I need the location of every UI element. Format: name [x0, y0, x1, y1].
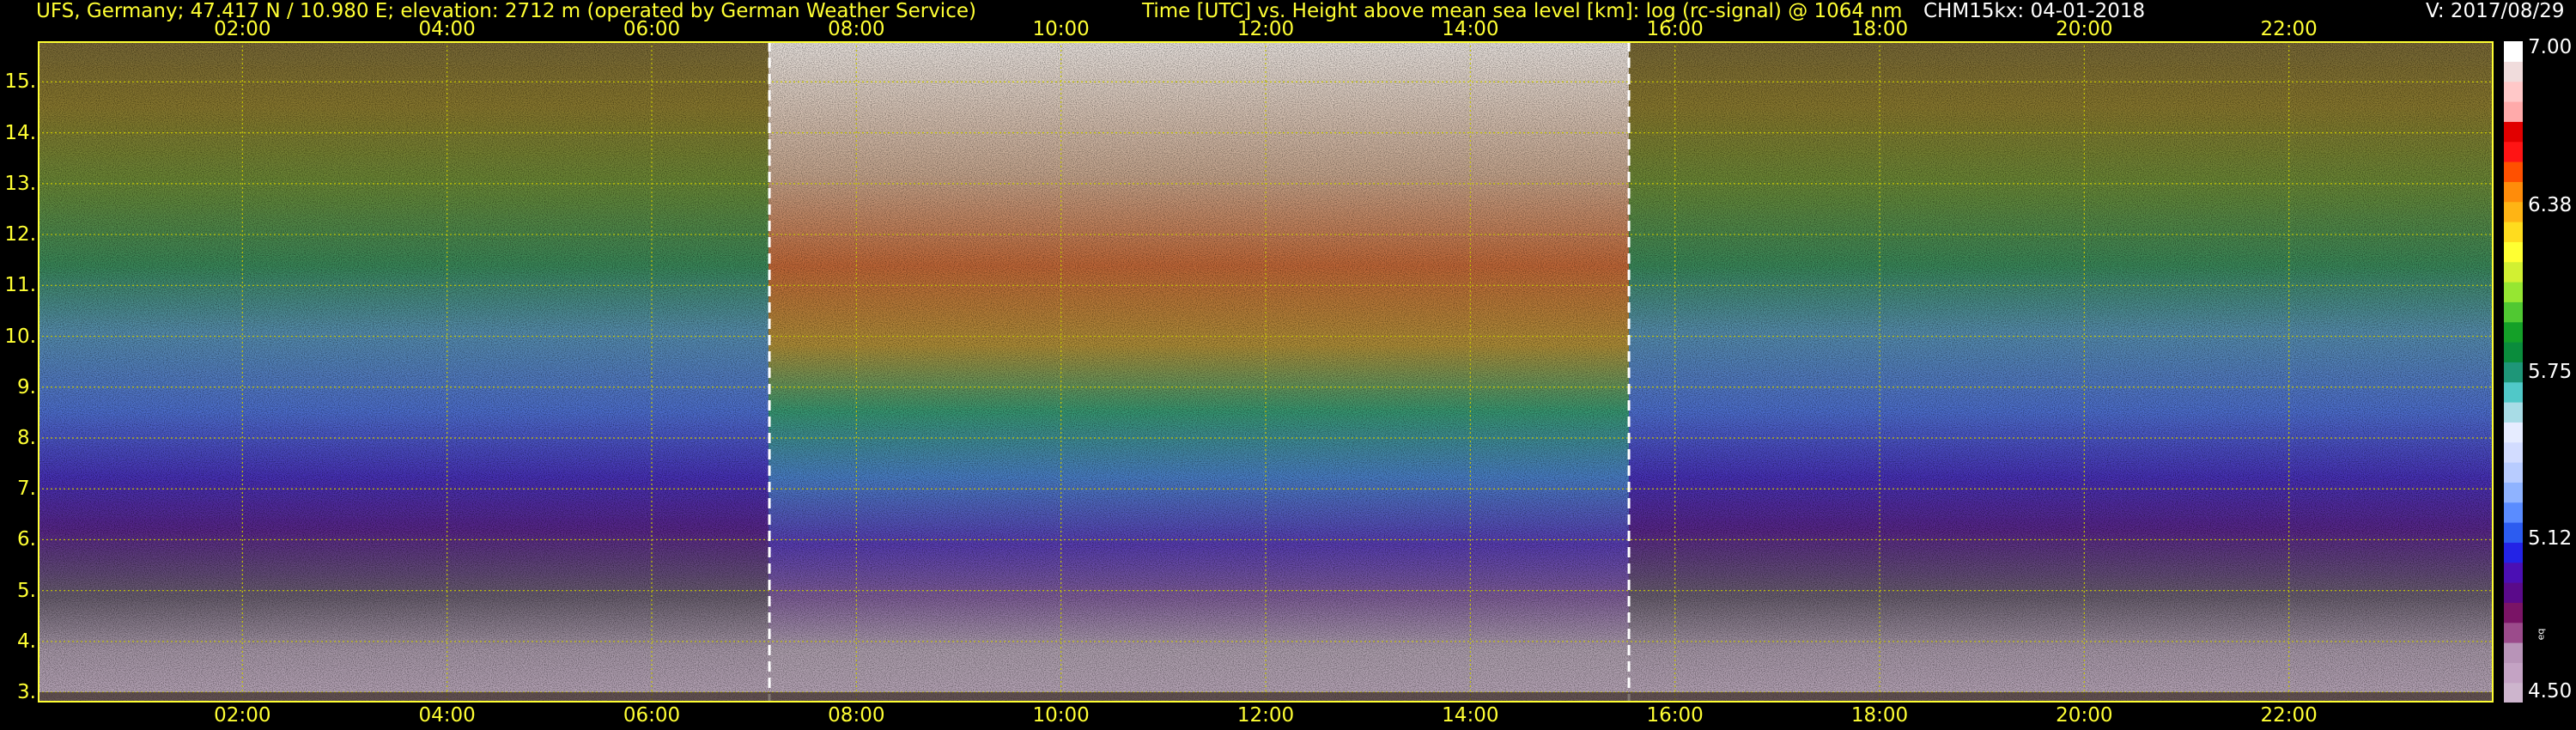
x-tick-label-bottom-7: 16:00 — [1646, 704, 1704, 727]
colorbar-swatch-6 — [2504, 562, 2523, 583]
colorbar-swatch-27 — [2504, 141, 2523, 162]
x-tick-label-bottom-4: 10:00 — [1032, 704, 1090, 727]
colorbar-label: eq — [2535, 628, 2547, 641]
x-tick-label-top-2: 06:00 — [623, 18, 681, 40]
colorbar-swatch-20 — [2504, 282, 2523, 302]
x-tick-label-bottom-3: 08:00 — [828, 704, 885, 727]
x-tick-label-top-0: 02:00 — [214, 18, 271, 40]
colorbar-swatch-25 — [2504, 181, 2523, 203]
colorbar-swatch-4 — [2504, 602, 2523, 624]
x-tick-label-bottom-9: 20:00 — [2056, 704, 2113, 727]
colorbar-tick-label-3: 6.38 — [2528, 193, 2573, 216]
y-tick-label-12: 15. — [4, 70, 36, 94]
colorbar-swatch-32 — [2504, 41, 2523, 62]
colorbar-swatch-15 — [2504, 381, 2523, 403]
y-tick-label-11: 14. — [4, 121, 36, 144]
x-tick-label-top-7: 16:00 — [1646, 18, 1704, 40]
colorbar-swatch-23 — [2504, 222, 2523, 242]
colorbar-swatch-1 — [2504, 662, 2523, 684]
colorbar-swatch-2 — [2504, 642, 2523, 663]
y-tick-label-10: 13. — [4, 172, 36, 195]
x-tick-label-bottom-0: 02:00 — [214, 704, 271, 727]
colorbar-swatch-28 — [2504, 121, 2523, 143]
x-tick-label-bottom-2: 06:00 — [623, 704, 681, 727]
colorbar-swatch-12 — [2504, 441, 2523, 463]
x-tick-label-top-3: 08:00 — [828, 18, 885, 40]
colorbar-swatch-0 — [2504, 682, 2523, 703]
x-tick-label-bottom-10: 22:00 — [2260, 704, 2318, 727]
x-tick-label-bottom-1: 04:00 — [418, 704, 476, 727]
colorbar-swatch-14 — [2504, 402, 2523, 423]
colorbar-swatch-3 — [2504, 622, 2523, 643]
colorbar-swatch-24 — [2504, 201, 2523, 222]
x-tick-label-top-9: 20:00 — [2056, 18, 2113, 40]
colorbar-swatch-10 — [2504, 482, 2523, 503]
colorbar — [2504, 41, 2523, 703]
colorbar-tick-label-4: 7.00 — [2528, 36, 2573, 58]
colorbar-swatch-19 — [2504, 301, 2523, 323]
colorbar-swatch-7 — [2504, 542, 2523, 563]
x-tick-label-bottom-8: 18:00 — [1850, 704, 1909, 727]
y-tick-label-1: 4. — [17, 630, 36, 653]
x-tick-label-top-1: 04:00 — [418, 18, 476, 40]
plot-frame — [38, 41, 2494, 703]
y-tick-label-9: 12. — [4, 223, 36, 246]
colorbar-swatch-13 — [2504, 422, 2523, 443]
colorbar-swatch-26 — [2504, 161, 2523, 182]
colorbar-swatch-5 — [2504, 582, 2523, 603]
x-tick-label-bottom-6: 14:00 — [1442, 704, 1499, 727]
x-tick-label-bottom-5: 12:00 — [1236, 704, 1295, 727]
colorbar-swatch-21 — [2504, 261, 2523, 283]
colorbar-swatch-16 — [2504, 362, 2523, 383]
colorbar-tick-label-2: 5.75 — [2528, 361, 2573, 383]
colorbar-swatch-22 — [2504, 241, 2523, 263]
version-label: V: 2017/08/29 — [2426, 0, 2565, 22]
colorbar-swatch-30 — [2504, 81, 2523, 102]
y-tick-label-7: 10. — [4, 325, 36, 348]
colorbar-swatch-9 — [2504, 502, 2523, 523]
y-tick-label-4: 7. — [17, 478, 36, 501]
y-tick-label-3: 6. — [17, 528, 36, 551]
colorbar-swatch-18 — [2504, 321, 2523, 343]
colorbar-tick-label-1: 5.12 — [2528, 527, 2573, 551]
y-tick-label-8: 11. — [4, 274, 36, 297]
y-tick-label-5: 8. — [17, 427, 36, 449]
x-tick-label-top-10: 22:00 — [2260, 18, 2318, 40]
x-tick-label-top-6: 14:00 — [1442, 18, 1499, 40]
colorbar-swatch-8 — [2504, 522, 2523, 543]
colorbar-swatch-31 — [2504, 61, 2523, 82]
x-tick-label-top-5: 12:00 — [1236, 18, 1295, 40]
colorbar-swatch-17 — [2504, 342, 2523, 362]
y-tick-label-6: 9. — [17, 375, 36, 398]
colorbar-tick-label-0: 4.50 — [2528, 680, 2573, 703]
colorbar-swatch-11 — [2504, 462, 2523, 483]
y-tick-label-2: 5. — [17, 579, 36, 602]
x-tick-label-top-8: 18:00 — [1850, 18, 1909, 40]
colorbar-swatch-29 — [2504, 101, 2523, 122]
y-tick-label-0: 3. — [17, 681, 36, 704]
x-tick-label-top-4: 10:00 — [1032, 18, 1090, 40]
